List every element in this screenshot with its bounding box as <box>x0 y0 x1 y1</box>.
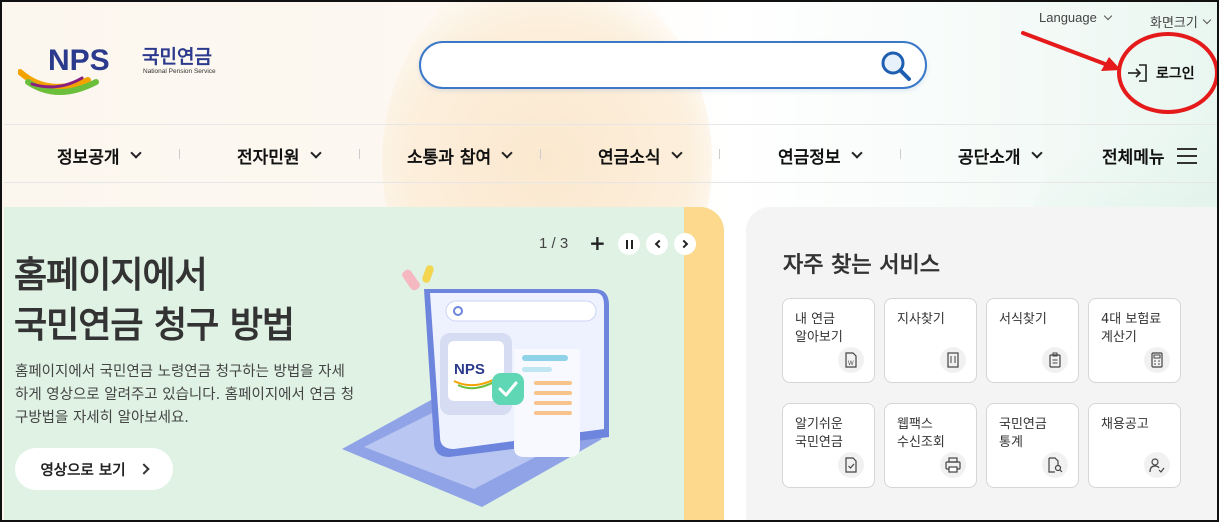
illustration-nps-badge: NPS <box>454 361 485 378</box>
person-check-icon <box>1144 452 1170 478</box>
language-label: Language <box>1039 10 1097 25</box>
service-my-pension[interactable]: 내 연금 알아보기 W <box>782 298 875 383</box>
service-label: 4대 보험료 계산기 <box>1101 312 1162 345</box>
banner-title-line1: 홈페이지에서 <box>14 255 208 296</box>
printer-icon <box>940 452 966 478</box>
nav-item-label: 공단소개 <box>958 148 1021 168</box>
nav-separator <box>179 149 180 159</box>
chevron-left-icon <box>654 239 663 249</box>
chevron-right-icon <box>679 239 688 249</box>
nav-separator <box>719 149 720 159</box>
pause-button[interactable] <box>618 233 640 255</box>
service-label: 웹팩스 수신조회 <box>897 417 945 450</box>
nav-item-label: 정보공개 <box>57 148 120 168</box>
text-size-selector[interactable]: 화면크기 <box>1150 12 1212 31</box>
main-banner: 홈페이지에서 국민연금 청구 방법 홈페이지에서 국민연금 노령연금 청구하는 … <box>4 207 724 520</box>
nav-item-pension-news[interactable]: 연금소식 <box>598 143 683 168</box>
text-size-label: 화면크기 <box>1150 16 1198 31</box>
annotation-arrow-icon <box>1021 31 1121 71</box>
logo-korean: 국민연금 <box>142 46 212 68</box>
service-statistics[interactable]: 국민연금 통계 <box>986 403 1079 488</box>
all-menu-button[interactable]: 전체메뉴 <box>1102 143 1197 168</box>
banner-description: 홈페이지에서 국민연금 노령연금 청구하는 방법을 자세하게 영상으로 알려주고… <box>15 364 355 426</box>
nav-separator <box>359 149 360 159</box>
chevron-down-icon <box>1202 15 1212 24</box>
chevron-down-icon <box>501 147 513 159</box>
chevron-right-icon <box>137 463 150 475</box>
all-menu-label: 전체메뉴 <box>1102 148 1165 168</box>
service-find-branch[interactable]: 지사찾기 <box>884 298 977 383</box>
pause-icon <box>625 239 633 249</box>
service-label: 채용공고 <box>1101 417 1149 432</box>
nav-item-communication[interactable]: 소통과 참여 <box>407 143 513 168</box>
clipboard-icon <box>1042 347 1068 373</box>
search-input[interactable] <box>437 51 877 79</box>
service-label: 알기쉬운 국민연금 <box>795 417 843 450</box>
nav-item-pension-info[interactable]: 연금정보 <box>778 143 863 168</box>
logo-text: NPS <box>48 44 110 77</box>
calculator-icon <box>1144 347 1170 373</box>
search-button[interactable] <box>879 49 913 83</box>
search-bar[interactable] <box>419 41 927 89</box>
next-slide-button[interactable] <box>674 233 696 255</box>
nav-item-e-civil[interactable]: 전자민원 <box>237 143 322 168</box>
building-icon <box>940 347 966 373</box>
frequent-services-panel: 자주 찾는 서비스 내 연금 알아보기 W 지사찾기 서식찾기 4대 보험료 계… <box>746 207 1217 520</box>
service-insurance-calculator[interactable]: 4대 보험료 계산기 <box>1088 298 1181 383</box>
nav-item-label: 연금소식 <box>598 148 661 168</box>
chevron-down-icon <box>670 147 683 159</box>
nav-separator <box>900 149 901 159</box>
chevron-down-icon <box>850 147 863 159</box>
page-frame: NPS 국민연금 National Pension Service Langua… <box>0 0 1219 522</box>
service-label: 내 연금 알아보기 <box>795 312 843 345</box>
service-recruitment[interactable]: 채용공고 <box>1088 403 1181 488</box>
service-easy-pension[interactable]: 알기쉬운 국민연금 <box>782 403 875 488</box>
nav-item-label: 연금정보 <box>778 148 841 168</box>
logo-english: National Pension Service <box>143 68 216 75</box>
chevron-down-icon <box>1103 11 1113 20</box>
watch-video-button[interactable]: 영상으로 보기 <box>15 448 173 490</box>
main-nav: 정보공개 전자민원 소통과 참여 연금소식 연금정보 공단소개 전체메뉴 <box>2 125 1217 182</box>
banner-title: 홈페이지에서 국민연금 청구 방법 <box>14 251 295 351</box>
svg-text:W: W <box>848 361 854 367</box>
laptop-illustration: NPS <box>342 265 609 507</box>
nav-item-about[interactable]: 공단소개 <box>958 143 1043 168</box>
nav-item-label: 소통과 참여 <box>407 148 492 168</box>
services-title: 자주 찾는 서비스 <box>783 253 940 278</box>
language-selector[interactable]: Language <box>1039 10 1113 25</box>
slide-counter: 1 / 3 <box>539 235 569 252</box>
document-check-icon <box>838 452 864 478</box>
service-label: 서식찾기 <box>999 312 1047 327</box>
nav-item-label: 전자민원 <box>237 148 300 168</box>
more-plus-button[interactable]: + <box>589 231 606 255</box>
document-search-icon <box>1042 452 1068 478</box>
service-webfax[interactable]: 웹팩스 수신조회 <box>884 403 977 488</box>
hamburger-icon <box>1176 147 1197 164</box>
nps-logo[interactable]: NPS 국민연금 National Pension Service <box>17 42 228 97</box>
watch-video-label: 영상으로 보기 <box>40 462 126 479</box>
document-w-icon: W <box>838 347 864 373</box>
banner-title-line2: 국민연금 청구 방법 <box>14 305 295 346</box>
chevron-down-icon <box>129 147 142 159</box>
service-label: 지사찾기 <box>897 312 945 327</box>
chevron-down-icon <box>309 147 322 159</box>
nav-separator <box>540 149 541 159</box>
prev-slide-button[interactable] <box>646 233 668 255</box>
annotation-circle <box>1117 32 1217 114</box>
nav-divider-bottom <box>4 182 1217 183</box>
service-label: 국민연금 통계 <box>999 417 1047 450</box>
nps-logo-mark: NPS 국민연금 National Pension Service <box>17 44 216 95</box>
nav-item-info-disclosure[interactable]: 정보공개 <box>57 143 142 168</box>
chevron-down-icon <box>1030 147 1043 159</box>
service-find-form[interactable]: 서식찾기 <box>986 298 1079 383</box>
banner-next-slide-peek <box>684 207 724 520</box>
search-icon <box>881 51 911 81</box>
